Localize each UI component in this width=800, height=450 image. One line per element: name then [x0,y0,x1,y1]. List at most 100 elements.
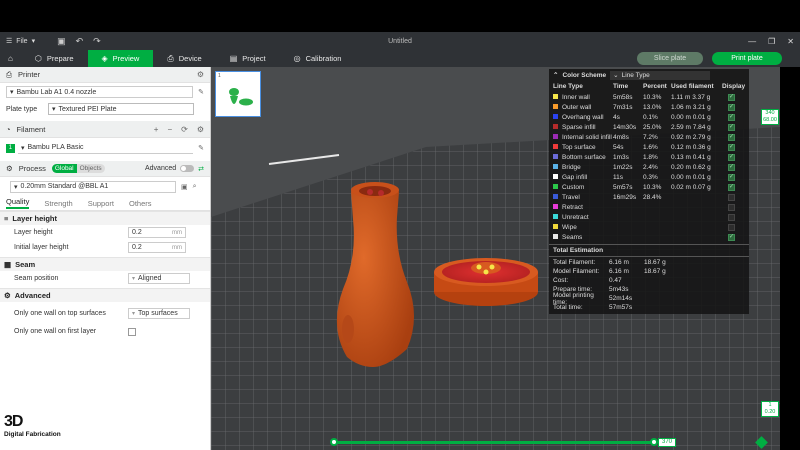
estimation-value: 6.16 m [609,268,629,275]
tab-preview[interactable]: ◈ Preview [87,50,154,67]
legend-row-percent: 7.2% [643,133,658,141]
legend-display-checkbox[interactable] [728,193,735,201]
legend-display-checkbox[interactable]: ✓ [728,233,735,241]
plate-thumbnail[interactable]: 1 [215,71,261,117]
estimation-value: 52m14s [609,295,633,302]
process-subtabs: Quality Strength Support Others [0,196,210,211]
legend-row-length: 0.00 m [671,173,691,181]
subtab-strength[interactable]: Strength [44,199,72,208]
edit-filament-icon[interactable]: ✎ [198,144,204,152]
estimation-value: 6.16 m [609,259,629,266]
initial-layer-height-input[interactable]: 0.2 mm [128,242,186,253]
objects-option[interactable]: Objects [76,164,105,173]
legend-row-label: Travel [562,193,580,201]
legend-display-checkbox[interactable] [728,223,735,231]
legend-row-time: 11s [613,173,623,181]
move-slider-end-handle[interactable] [650,438,658,446]
print-plate-button[interactable]: Print plate [712,52,782,65]
legend-display-checkbox[interactable]: ✓ [728,133,735,141]
legend-display-checkbox[interactable]: ✓ [728,103,735,111]
search-icon[interactable]: ⌕ [193,183,197,191]
undo-icon[interactable]: ↶ [76,36,84,47]
calibration-icon: ◎ [293,54,301,63]
legend-row-filament: 1.11 m 3.37 g [671,94,722,101]
restore-icon[interactable]: ❐ [768,37,775,46]
redo-icon[interactable]: ↷ [93,36,101,47]
move-slider-track[interactable] [334,441,656,444]
legend-row-weight: 0.07 g [692,183,711,191]
seam-position-select[interactable]: ▾ Aligned [128,273,190,284]
global-objects-switch[interactable]: Global Objects [51,164,105,173]
save-preset-icon[interactable]: ▣ [181,183,188,191]
collapse-icon[interactable]: ⌃ [553,71,558,79]
legend-display-checkbox[interactable]: ✓ [728,173,735,181]
close-icon[interactable]: ✕ [787,37,794,46]
bottom-layer-height: 0.20 [764,409,776,415]
subtab-others[interactable]: Others [129,199,152,208]
col-percent: Percent [643,83,667,90]
legend-display-checkbox[interactable] [728,213,735,221]
one-wall-first-checkbox[interactable] [128,327,136,336]
legend-row: Travel 16m29s 28.4% [549,192,749,202]
tab-calibration[interactable]: ◎ Calibration [280,50,356,67]
vase-side-feature [342,315,354,343]
filament-settings-icon[interactable]: ⚙ [197,125,204,134]
filament-select[interactable]: ▾ Bambu PLA Basic [17,142,194,154]
sync-filament-icon[interactable]: ⟳ [181,125,188,134]
legend-row-name: Wipe [553,224,613,231]
chevron-down-icon: ▾ [132,310,136,317]
edit-printer-icon[interactable]: ✎ [198,88,204,96]
legend-row-label: Top surface [562,143,596,151]
advanced-label: Advanced [144,165,177,172]
tab-project[interactable]: ▤ Project [216,50,280,67]
legend-row: Outer wall 7m31s 13.0% 1.06 m 3.21 g ✓ [549,102,749,112]
file-menu[interactable]: ☰ File ▾ [6,37,35,46]
compare-icon[interactable]: ⇄ [198,165,204,173]
slice-plate-button[interactable]: Slice plate [637,52,703,65]
legend-row-label: Wipe [562,223,577,231]
move-slider-start-handle[interactable] [330,438,338,446]
legend-row-name: Top surface [553,144,613,151]
legend-display-checkbox[interactable]: ✓ [728,123,735,131]
save-icon[interactable]: ▣ [57,36,66,47]
subtab-support[interactable]: Support [88,199,114,208]
legend-row-percent: 10.3% [643,93,662,101]
legend-swatch [553,94,558,100]
legend-row-filament: 0.00 m 0.01 g [671,174,722,181]
plate-type-select[interactable]: ▾ Textured PEI Plate [48,103,194,115]
process-profile-select[interactable]: ▾ 0.20mm Standard @BBL A1 [10,180,176,193]
legend-display-checkbox[interactable]: ✓ [728,113,735,121]
remove-filament-icon[interactable]: − [167,125,172,134]
vase-feature [367,189,373,195]
lid-hole [483,269,489,275]
process-profile: 0.20mm Standard @BBL A1 [20,183,109,190]
legend-display-checkbox[interactable]: ✓ [728,153,735,161]
subtab-quality[interactable]: Quality [6,197,30,209]
advanced-toggle[interactable] [180,165,195,172]
home-tab[interactable]: ⌂ [0,50,21,67]
printer-settings-icon[interactable]: ⚙ [197,70,204,79]
legend-row: Retract [549,202,749,212]
tab-device[interactable]: ⎙ Device [153,50,215,67]
printer-select[interactable]: ▾ Bambu Lab A1 0.4 nozzle [6,86,194,98]
legend-row-time: 5m57s [613,183,633,191]
process-header: Process [18,164,46,173]
preview-viewport[interactable]: 1 ⌃ Color Scheme ⌄ Line Type Line Type Ti… [211,67,780,450]
legend-display-checkbox[interactable]: ✓ [728,143,735,151]
legend-row-filament: 1.06 m 3.21 g [671,104,722,111]
layer-height-input[interactable]: 0.2 mm [128,227,186,238]
minimize-icon[interactable]: — [748,37,756,46]
legend-display-checkbox[interactable]: ✓ [728,163,735,171]
one-wall-top-select[interactable]: ▾ Top surfaces [128,307,190,319]
legend-display-checkbox[interactable] [728,203,735,211]
add-filament-icon[interactable]: + [154,125,159,134]
legend-type-select[interactable]: ⌄ Line Type [610,70,711,80]
legend-display-checkbox[interactable]: ✓ [728,183,735,191]
legend-display-checkbox[interactable]: ✓ [728,93,735,101]
global-option[interactable]: Global [51,164,77,173]
legend-row-percent: 13.0% [643,103,662,111]
legend-row-filament: 0.00 m 0.01 g [671,114,722,121]
legend-row-weight: 0.41 g [692,153,711,161]
tab-prepare[interactable]: ⬡ Prepare [21,50,88,67]
printer-section-header: ⎙ Printer ⚙ [0,67,210,83]
